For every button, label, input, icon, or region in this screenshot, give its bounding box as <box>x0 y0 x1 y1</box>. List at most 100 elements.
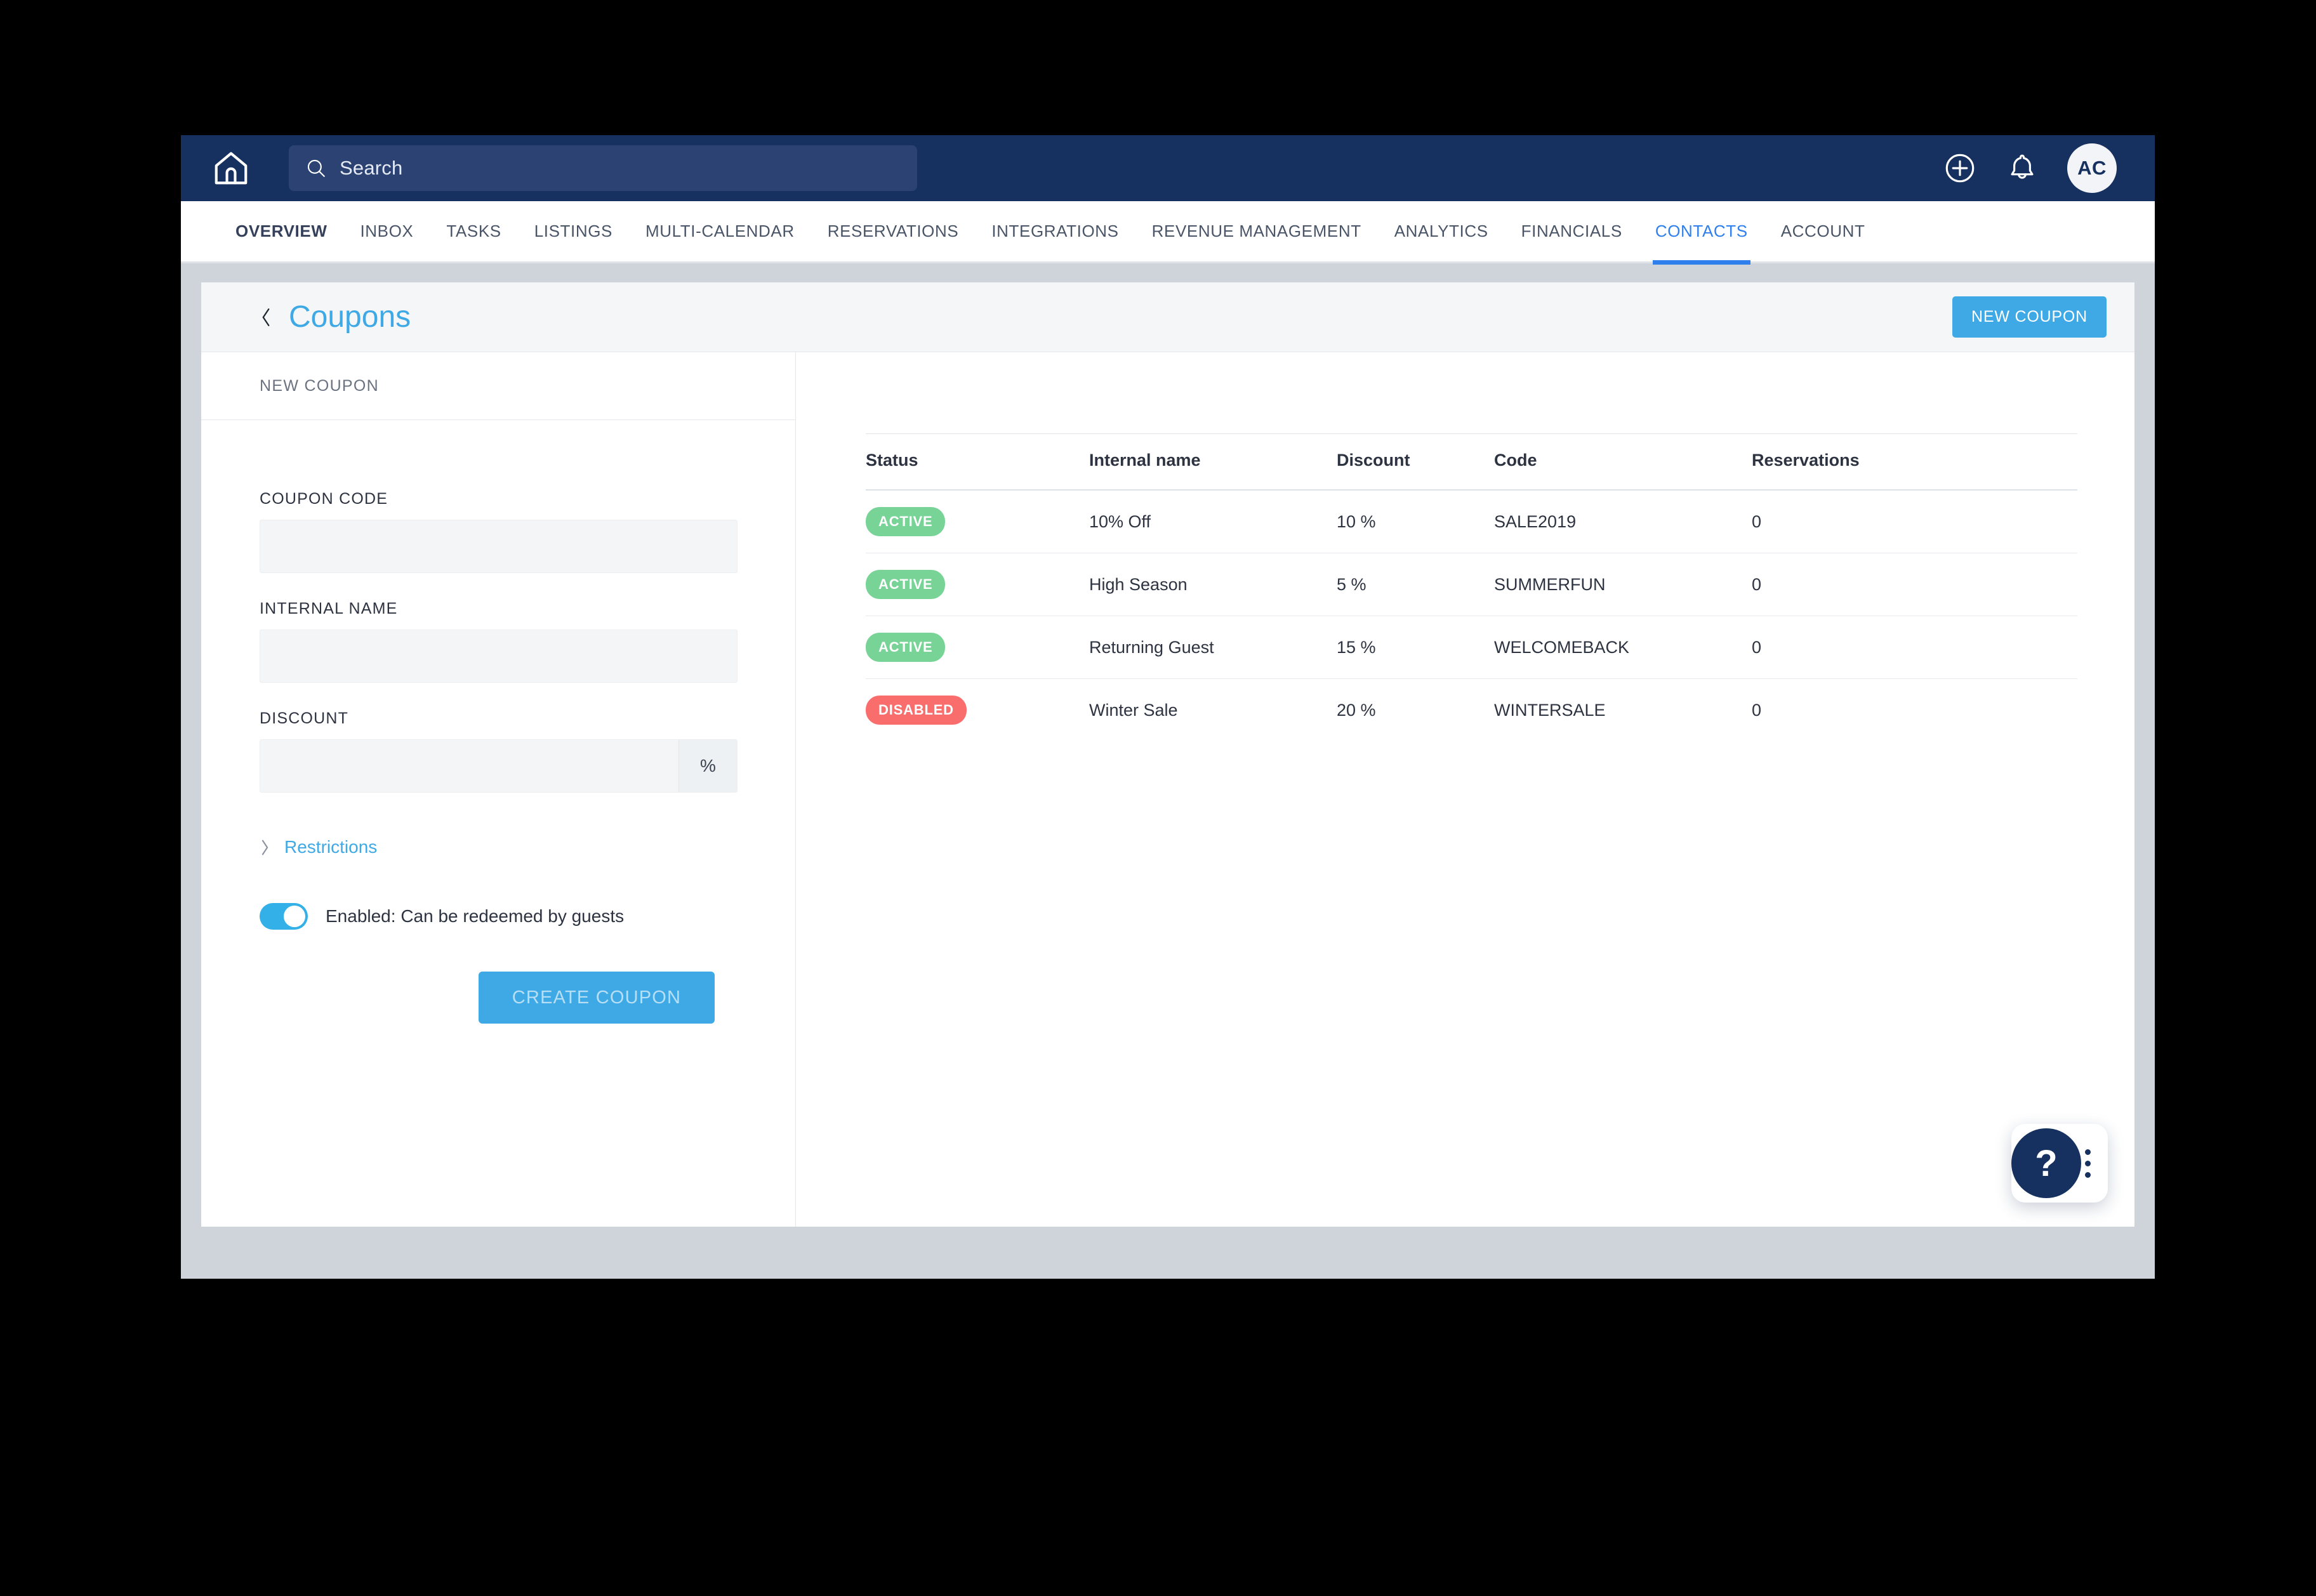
column-header-discount: Discount <box>1337 433 1494 491</box>
question-mark-icon: ? <box>2035 1142 2058 1184</box>
nav-tab-label: MULTI-CALENDAR <box>645 221 795 241</box>
avatar-initials: AC <box>2077 157 2107 179</box>
plus-circle-icon[interactable] <box>1943 151 1977 185</box>
coupon-code-label: COUPON CODE <box>260 490 388 508</box>
cell-status: ACTIVE <box>866 553 1089 616</box>
cell-discount: 5 % <box>1337 553 1494 616</box>
cell-code: WINTERSALE <box>1494 700 1606 720</box>
chevron-left-icon[interactable] <box>260 307 272 328</box>
nav-tab-multi-calendar[interactable]: MULTI-CALENDAR <box>629 201 811 263</box>
column-header-internal-name: Internal name <box>1089 433 1337 491</box>
status-badge: ACTIVE <box>866 507 946 536</box>
app-window: Search AC OVERVIEW INBOX TASKS LISTINGS MULT… <box>181 135 2155 1279</box>
nav-tab-financials[interactable]: FINANCIALS <box>1505 201 1639 263</box>
percent-suffix: % <box>678 740 737 792</box>
status-badge: ACTIVE <box>866 570 946 599</box>
nav-tab-tasks[interactable]: TASKS <box>430 201 517 263</box>
main-navigation-tabs: OVERVIEW INBOX TASKS LISTINGS MULTI-CALENDAR… <box>181 201 2155 265</box>
new-coupon-panel: NEW COUPON COUPON CODE INTERNAL NAME DIS… <box>201 352 796 1227</box>
nav-tab-listings[interactable]: LISTINGS <box>518 201 629 263</box>
table-row[interactable]: DISABLED Winter Sale 20 % WINTERSALE 0 <box>866 679 2077 742</box>
cell-reservations: 0 <box>1752 490 2077 553</box>
nav-tab-contacts[interactable]: CONTACTS <box>1639 201 1764 265</box>
nav-tab-label: CONTACTS <box>1655 221 1748 241</box>
nav-tab-label: TASKS <box>446 221 501 241</box>
dot <box>2085 1149 2091 1155</box>
cell-discount: 15 % <box>1337 616 1494 679</box>
status-badge: DISABLED <box>866 696 967 725</box>
status-badge: ACTIVE <box>866 633 946 662</box>
dot <box>2085 1171 2091 1178</box>
coupons-table: Status Internal name Discount Code Reservati… <box>866 433 2077 741</box>
enabled-toggle[interactable] <box>260 903 308 930</box>
nav-tab-integrations[interactable]: INTEGRATIONS <box>975 201 1135 263</box>
nav-tab-label: ANALYTICS <box>1394 221 1488 241</box>
cell-status: DISABLED <box>866 679 1089 742</box>
nav-tab-reservations[interactable]: RESERVATIONS <box>811 201 976 263</box>
cell-internal-name: Winter Sale <box>1089 700 1178 720</box>
avatar[interactable]: AC <box>2067 143 2117 193</box>
discount-field-group: % <box>260 739 738 793</box>
home-icon[interactable] <box>211 148 251 188</box>
nav-tab-account[interactable]: ACCOUNT <box>1764 201 1882 263</box>
nav-tab-label: OVERVIEW <box>235 221 328 241</box>
help-button[interactable]: ? <box>2011 1128 2081 1198</box>
new-coupon-form: COUPON CODE INTERNAL NAME DISCOUNT % Res… <box>201 420 795 1024</box>
cell-code: SUMMERFUN <box>1494 553 1752 616</box>
restrictions-toggle[interactable]: Restrictions <box>260 837 377 857</box>
cell-reservations: 0 <box>1752 700 1762 720</box>
coupons-table-body: ACTIVE 10% Off 10 % SALE2019 0 ACTIVE High Sea… <box>866 490 2077 741</box>
nav-tab-overview[interactable]: OVERVIEW <box>219 201 343 263</box>
search-placeholder: Search <box>340 157 403 179</box>
discount-input[interactable] <box>260 740 678 792</box>
new-coupon-panel-title: NEW COUPON <box>260 376 379 395</box>
column-header-reservations: Reservations <box>1752 433 2077 491</box>
more-vertical-icon[interactable] <box>2085 1149 2091 1178</box>
cell-internal-name: High Season <box>1089 553 1337 616</box>
search-input[interactable]: Search <box>289 145 917 191</box>
table-row[interactable]: ACTIVE 10% Off 10 % SALE2019 0 <box>866 490 2077 553</box>
coupon-code-input[interactable] <box>260 520 738 573</box>
cell-reservations: 0 <box>1752 616 2077 679</box>
cell-internal-name: 10% Off <box>1089 490 1337 553</box>
table-header-row: Status Internal name Discount Code Reservati… <box>866 433 2077 491</box>
cell-status: ACTIVE <box>866 490 1089 553</box>
nav-tab-revenue-management[interactable]: REVENUE MANAGEMENT <box>1135 201 1378 263</box>
top-navigation-bar: Search AC <box>181 135 2155 201</box>
column-header-code: Code <box>1494 433 1752 491</box>
chevron-right-icon <box>261 840 268 855</box>
bell-icon[interactable] <box>2005 151 2039 185</box>
table-row[interactable]: ACTIVE Returning Guest 15 % WELCOMEBACK 0 <box>866 616 2077 679</box>
page-frame: Coupons NEW COUPON NEW COUPON COUPON COD… <box>181 263 2155 1277</box>
dot <box>2085 1160 2091 1166</box>
cell-internal-name: Returning Guest <box>1089 616 1337 679</box>
cell-discount: 20 % <box>1337 700 1376 720</box>
nav-tab-label: REVENUE MANAGEMENT <box>1151 221 1361 241</box>
nav-tab-label: INTEGRATIONS <box>991 221 1119 241</box>
new-coupon-button[interactable]: NEW COUPON <box>1952 296 2107 338</box>
nav-tab-inbox[interactable]: INBOX <box>343 201 430 263</box>
table-row[interactable]: ACTIVE High Season 5 % SUMMERFUN 0 <box>866 553 2077 616</box>
cell-discount: 10 % <box>1337 490 1494 553</box>
nav-tab-label: ACCOUNT <box>1780 221 1865 241</box>
enabled-toggle-row: Enabled: Can be redeemed by guests <box>260 903 737 930</box>
nav-tab-label: LISTINGS <box>534 221 612 241</box>
page-header: Coupons NEW COUPON <box>201 282 2134 352</box>
cell-status: ACTIVE <box>866 616 1089 679</box>
page-title[interactable]: Coupons <box>289 300 411 334</box>
nav-tab-label: FINANCIALS <box>1521 221 1622 241</box>
search-icon <box>307 159 325 177</box>
new-coupon-panel-header: NEW COUPON <box>201 352 795 420</box>
nav-tab-analytics[interactable]: ANALYTICS <box>1378 201 1505 263</box>
coupons-list-panel: Status Internal name Discount Code Reservati… <box>796 352 2134 1227</box>
restrictions-label: Restrictions <box>284 837 378 857</box>
internal-name-label: INTERNAL NAME <box>260 600 398 617</box>
discount-label: DISCOUNT <box>260 709 349 727</box>
content-split: NEW COUPON COUPON CODE INTERNAL NAME DIS… <box>201 352 2134 1227</box>
column-header-status: Status <box>866 433 1089 491</box>
create-coupon-button[interactable]: CREATE COUPON <box>479 972 715 1024</box>
internal-name-input[interactable] <box>260 630 738 683</box>
cell-reservations: 0 <box>1752 553 2077 616</box>
cell-code: SALE2019 <box>1494 490 1752 553</box>
help-widget: ? <box>2011 1124 2108 1203</box>
